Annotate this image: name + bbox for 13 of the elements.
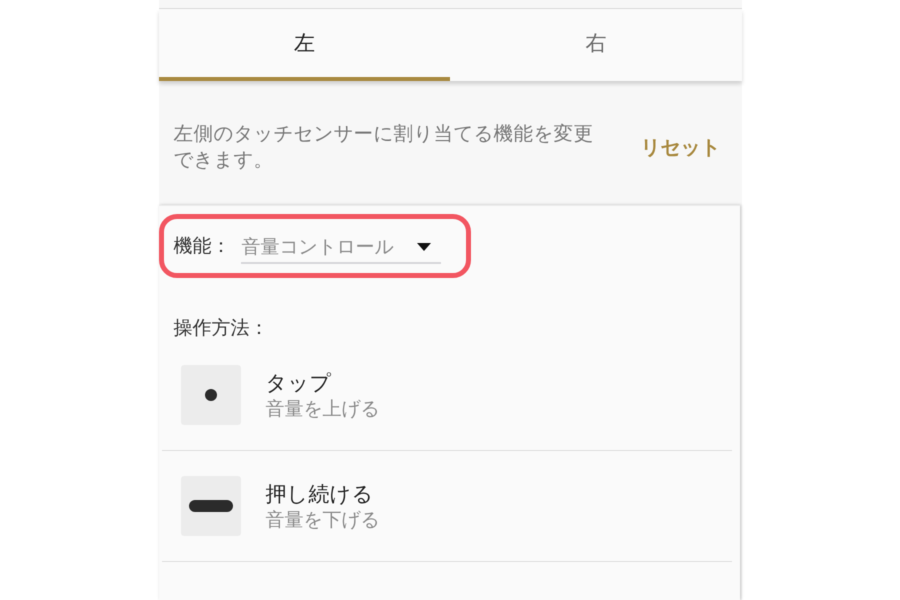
gesture-title: タップ: [266, 370, 332, 396]
reset-button[interactable]: リセット: [640, 130, 720, 164]
gesture-title: 押し続ける: [266, 480, 374, 508]
gesture-description: 音量を下げる: [266, 508, 380, 532]
caret-icon: [416, 243, 430, 251]
bar-icon: [180, 476, 240, 536]
operation-label: 操作方法：: [174, 316, 268, 340]
description-text: 左側のタッチセンサーに割り当てる機能を変更できます。: [174, 121, 594, 173]
function-dropdown[interactable]: 音量コントロール: [240, 228, 440, 264]
tab[interactable]: 左: [158, 9, 450, 81]
gesture-description: 音量を上げる: [266, 396, 380, 420]
function-label: 機能：: [174, 234, 230, 259]
tab[interactable]: 右: [450, 9, 742, 81]
